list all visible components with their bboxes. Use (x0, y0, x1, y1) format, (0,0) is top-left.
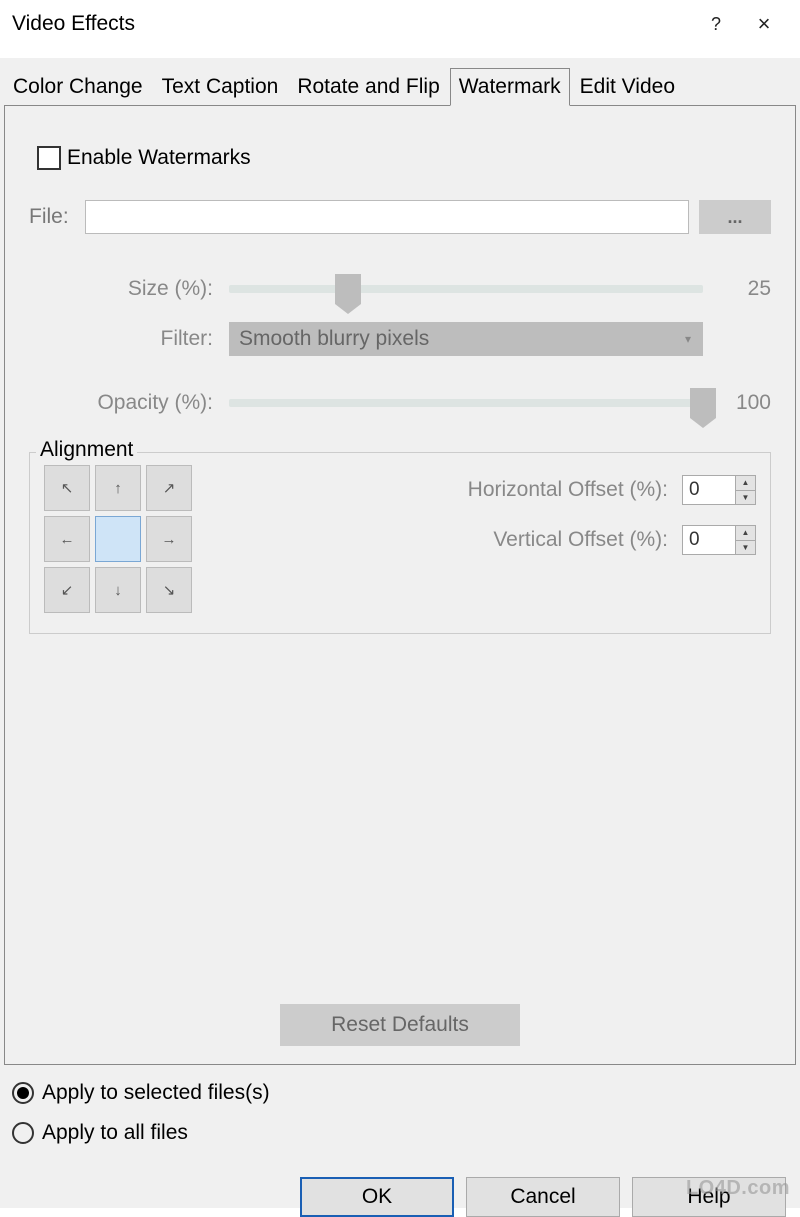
help-icon[interactable]: ? (692, 8, 740, 40)
opacity-slider-thumb[interactable] (690, 388, 716, 418)
filter-dropdown[interactable]: Smooth blurry pixels ▾ (229, 322, 703, 356)
file-input[interactable] (85, 200, 689, 234)
opacity-slider[interactable] (229, 399, 703, 407)
offsets: Horizontal Offset (%): ▲ ▼ Vertical Offs… (242, 465, 756, 613)
tabs-row: Color Change Text Caption Rotate and Fli… (0, 58, 800, 106)
alignment-group: Alignment ↖ ↑ ↗ ← → ↙ ↓ ↘ Horizontal Off… (29, 452, 771, 634)
filter-value: Smooth blurry pixels (239, 327, 429, 351)
size-row: Size (%): 25 (29, 270, 771, 308)
enable-watermarks-checkbox[interactable] (37, 146, 61, 170)
align-top-left[interactable]: ↖ (44, 465, 90, 511)
align-bottom-right[interactable]: ↘ (146, 567, 192, 613)
vertical-offset-up[interactable]: ▲ (736, 526, 755, 541)
align-middle-right[interactable]: → (146, 516, 192, 562)
align-top-right[interactable]: ↗ (146, 465, 192, 511)
size-label: Size (%): (29, 277, 229, 301)
enable-watermarks-label: Enable Watermarks (67, 146, 251, 170)
size-slider-thumb[interactable] (335, 274, 361, 304)
filter-row: Filter: Smooth blurry pixels ▾ (29, 320, 771, 358)
apply-all-row: Apply to all files (12, 1121, 800, 1145)
horizontal-offset-input-wrap: ▲ ▼ (682, 475, 756, 505)
size-slider[interactable] (229, 285, 703, 293)
horizontal-offset-row: Horizontal Offset (%): ▲ ▼ (242, 475, 756, 505)
align-bottom-center[interactable]: ↓ (95, 567, 141, 613)
tab-rotate-flip[interactable]: Rotate and Flip (288, 68, 448, 106)
vertical-offset-label: Vertical Offset (%): (242, 528, 682, 552)
horizontal-offset-down[interactable]: ▼ (736, 491, 755, 505)
cancel-button[interactable]: Cancel (466, 1177, 620, 1217)
tab-watermark[interactable]: Watermark (450, 68, 570, 106)
alignment-legend: Alignment (36, 438, 137, 462)
browse-button[interactable]: ... (699, 200, 771, 234)
apply-selected-label: Apply to selected files(s) (42, 1081, 270, 1105)
file-row: File: ... (29, 200, 771, 234)
align-middle-center[interactable] (95, 516, 141, 562)
apply-selected-radio[interactable] (12, 1082, 34, 1104)
vertical-offset-spinner: ▲ ▼ (735, 526, 755, 554)
ok-button[interactable]: OK (300, 1177, 454, 1217)
filter-label: Filter: (29, 327, 229, 351)
opacity-label: Opacity (%): (29, 391, 229, 415)
opacity-value: 100 (721, 391, 771, 415)
apply-all-radio[interactable] (12, 1122, 34, 1144)
vertical-offset-input-wrap: ▲ ▼ (682, 525, 756, 555)
titlebar: Video Effects ? × (0, 0, 800, 56)
size-value: 25 (721, 277, 771, 301)
opacity-row: Opacity (%): 100 (29, 384, 771, 422)
enable-watermarks-row: Enable Watermarks (37, 146, 771, 170)
apply-selected-row: Apply to selected files(s) (12, 1081, 800, 1105)
alignment-grid: ↖ ↑ ↗ ← → ↙ ↓ ↘ (44, 465, 192, 613)
align-bottom-left[interactable]: ↙ (44, 567, 90, 613)
help-button[interactable]: Help (632, 1177, 786, 1217)
window-title: Video Effects (12, 12, 692, 36)
file-label: File: (29, 205, 85, 229)
vertical-offset-input[interactable] (683, 526, 735, 554)
dialog-body: Color Change Text Caption Rotate and Fli… (0, 58, 800, 1208)
tab-panel-watermark: Enable Watermarks File: ... Size (%): 25… (4, 105, 796, 1065)
tab-color-change[interactable]: Color Change (4, 68, 152, 106)
horizontal-offset-up[interactable]: ▲ (736, 476, 755, 491)
horizontal-offset-spinner: ▲ ▼ (735, 476, 755, 504)
dialog-buttons: OK Cancel Help (0, 1163, 800, 1217)
slider-section: Size (%): 25 Filter: Smooth blurry pixel… (29, 270, 771, 422)
tab-text-caption[interactable]: Text Caption (153, 68, 288, 106)
horizontal-offset-label: Horizontal Offset (%): (242, 478, 682, 502)
vertical-offset-down[interactable]: ▼ (736, 541, 755, 555)
close-icon[interactable]: × (740, 8, 788, 40)
reset-defaults-button[interactable]: Reset Defaults (280, 1004, 520, 1046)
tab-edit-video[interactable]: Edit Video (571, 68, 684, 106)
align-top-center[interactable]: ↑ (95, 465, 141, 511)
chevron-down-icon: ▾ (685, 332, 691, 346)
apply-all-label: Apply to all files (42, 1121, 188, 1145)
align-middle-left[interactable]: ← (44, 516, 90, 562)
horizontal-offset-input[interactable] (683, 476, 735, 504)
vertical-offset-row: Vertical Offset (%): ▲ ▼ (242, 525, 756, 555)
